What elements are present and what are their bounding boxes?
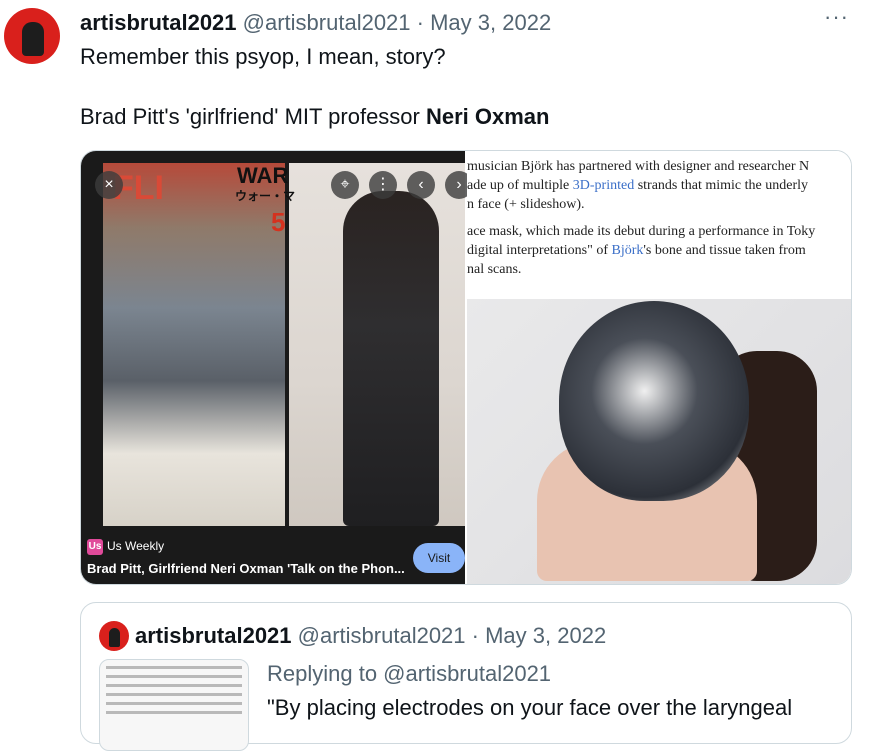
photo-3d-printed-mask <box>559 301 749 501</box>
quoted-tweet-date[interactable]: May 3, 2022 <box>485 623 606 648</box>
article-text: 's bone and tissue taken from <box>643 243 806 258</box>
thumbnail-text-line <box>106 693 242 696</box>
author-display-name[interactable]: artisbrutal2021 <box>80 10 237 35</box>
menu-dots-icon[interactable]: ⋮ <box>369 171 397 199</box>
article-line: ade up of multiple 3D-printed strands th… <box>467 176 851 195</box>
quoted-author-display-name[interactable]: artisbrutal2021 <box>135 623 292 648</box>
quoted-header-separator: · <box>471 623 479 648</box>
article-text: ace mask, which made its debut during a … <box>467 224 816 239</box>
quoted-tweet-header: artisbrutal2021 @artisbrutal2021 · May 3… <box>135 623 606 649</box>
quoted-media-thumbnail[interactable] <box>99 659 249 751</box>
article-line: digital interpretations" of Björk's bone… <box>467 241 851 260</box>
tweet-header: artisbrutal2021 @artisbrutal2021 · May 3… <box>80 10 551 36</box>
visit-button[interactable]: Visit <box>413 543 465 573</box>
article-link-bjork[interactable]: Björk <box>612 243 644 258</box>
header-separator: · <box>416 10 424 35</box>
tweet-text-bold-name: Neri Oxman <box>425 104 550 129</box>
background-sign-jp: ウォー・マ <box>235 189 296 203</box>
quoted-author-handle[interactable]: @artisbrutal2021 <box>298 623 466 648</box>
thumbnail-text-line <box>106 675 242 678</box>
article-text: ade up of multiple <box>467 178 573 193</box>
replying-to-label: Replying to @artisbrutal2021 <box>267 661 552 686</box>
article-excerpt: musician Björk has partnered with design… <box>467 157 851 287</box>
lens-search-icon[interactable]: ⌖ <box>331 171 359 199</box>
article-link-3d-printed[interactable]: 3D-printed <box>573 178 634 193</box>
article-line: ace mask, which made its debut during a … <box>467 222 851 241</box>
us-weekly-logo-icon: Us <box>87 539 103 555</box>
background-sign-5: 5 <box>271 207 286 237</box>
figure-neri-oxman <box>343 191 439 526</box>
quoted-tweet-text: "By placing electrodes on your face over… <box>267 695 793 720</box>
article-text: musician Björk has partnered with design… <box>467 159 810 174</box>
author-avatar[interactable] <box>4 8 60 64</box>
tweet-media[interactable]: FLI WAR ウォー・マ 5 × ⌖ ⋮ ‹ › Us Us Weekly Br… <box>80 150 852 585</box>
media-image-right[interactable]: musician Björk has partnered with design… <box>467 151 851 584</box>
thumbnail-text-line <box>106 666 242 669</box>
tweet-text-line-2: Brad Pitt's 'girlfriend' MIT professor N… <box>80 104 549 130</box>
thumbnail-text-line <box>106 711 242 714</box>
article-text: strands that mimic the underly <box>634 178 808 193</box>
media-image-left[interactable]: FLI WAR ウォー・マ 5 × ⌖ ⋮ ‹ › Us Us Weekly Br… <box>81 151 473 584</box>
more-options-icon[interactable]: ··· <box>824 4 849 30</box>
article-line: musician Björk has partnered with design… <box>467 157 851 176</box>
article-text: digital interpretations" of <box>467 243 612 258</box>
quoted-author-avatar[interactable] <box>99 621 129 651</box>
tweet-text-prefix: Brad Pitt's 'girlfriend' MIT professor <box>80 104 426 129</box>
article-text: nal scans. <box>467 262 522 277</box>
tweet-date[interactable]: May 3, 2022 <box>430 10 551 35</box>
article-headline[interactable]: Brad Pitt, Girlfriend Neri Oxman 'Talk o… <box>87 561 407 576</box>
article-line: n face (+ slideshow). <box>467 195 851 214</box>
author-handle[interactable]: @artisbrutal2021 <box>243 10 411 35</box>
source-name: Us Weekly <box>107 539 165 554</box>
tweet-text-line-1: Remember this psyop, I mean, story? <box>80 44 446 69</box>
background-sign-war: WAR <box>237 163 289 188</box>
photo-brad-pitt: FLI <box>103 163 285 526</box>
article-text: n face (+ slideshow). <box>467 197 585 212</box>
article-line: nal scans. <box>467 260 851 279</box>
chevron-left-icon[interactable]: ‹ <box>407 171 435 199</box>
thumbnail-text-line <box>106 702 242 705</box>
source-attribution: Us Us Weekly <box>87 539 164 555</box>
thumbnail-text-line <box>106 684 242 687</box>
close-icon[interactable]: × <box>95 171 123 199</box>
